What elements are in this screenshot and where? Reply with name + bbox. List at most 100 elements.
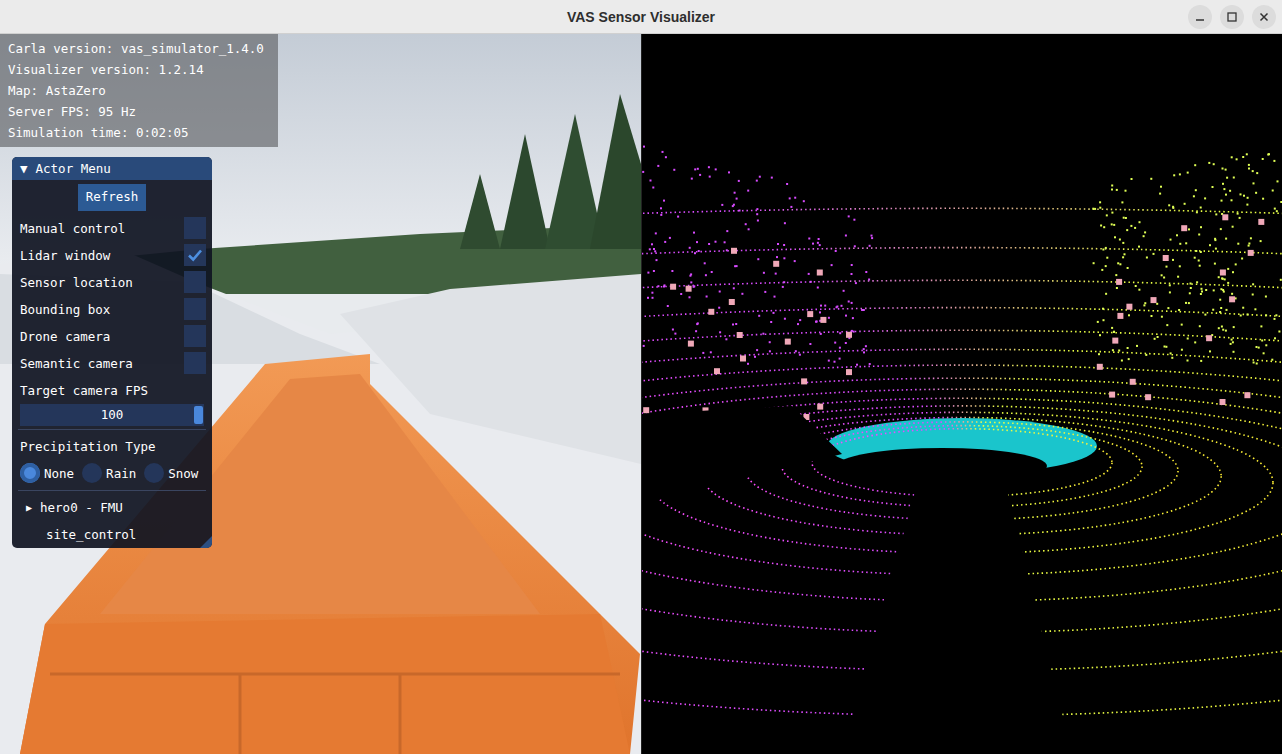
toggle-row[interactable]: Manual control xyxy=(12,215,212,242)
actor-label: hero0 - FMU xyxy=(40,500,123,515)
check-icon xyxy=(186,246,204,264)
radio-button[interactable] xyxy=(82,463,102,483)
lidar-point xyxy=(1181,324,1183,326)
lidar-point xyxy=(1199,325,1201,327)
lidar-point xyxy=(1127,347,1129,349)
checkbox[interactable] xyxy=(184,217,206,239)
lidar-point xyxy=(653,270,655,272)
radio-button[interactable] xyxy=(144,463,164,483)
lidar-point xyxy=(1150,178,1152,180)
lidar-point xyxy=(757,258,759,260)
checkbox[interactable] xyxy=(184,244,206,266)
lidar-point xyxy=(770,321,772,323)
radio-button[interactable] xyxy=(20,463,40,483)
precip-label-row: Precipitation Type xyxy=(12,433,212,460)
checkbox[interactable] xyxy=(184,271,206,293)
slider-value: 100 xyxy=(101,407,124,422)
refresh-button[interactable]: Refresh xyxy=(78,184,147,211)
lidar-point xyxy=(1237,213,1239,215)
toggle-row[interactable]: Lidar window xyxy=(12,242,212,269)
lidar-point xyxy=(817,242,819,244)
lidar-ring xyxy=(642,208,1282,754)
lidar-point xyxy=(1160,186,1162,188)
checkbox[interactable] xyxy=(184,325,206,347)
resize-grip-icon[interactable] xyxy=(200,536,212,548)
collapse-arrow-icon[interactable]: ▼ xyxy=(20,161,28,176)
lidar-point xyxy=(1178,309,1180,311)
lidar-point xyxy=(834,342,836,344)
lidar-point xyxy=(1252,283,1254,285)
lidar-point xyxy=(677,216,679,218)
lidar-point xyxy=(769,341,771,343)
lidar-point xyxy=(1143,304,1145,306)
toggle-row[interactable]: Bounding box xyxy=(12,296,212,323)
lidar-point xyxy=(680,293,682,295)
lidar-point xyxy=(705,274,707,276)
lidar-point xyxy=(794,260,796,262)
lidar-point xyxy=(1179,173,1181,175)
maximize-icon[interactable] xyxy=(1220,5,1244,29)
lidar-point xyxy=(711,271,713,273)
toggle-row[interactable]: Sensor location xyxy=(12,269,212,296)
fps-slider[interactable]: 100 xyxy=(20,404,204,426)
fps-label: Target camera FPS xyxy=(20,383,148,398)
lidar-point xyxy=(748,228,750,230)
lidar-point xyxy=(828,360,830,362)
lidar-point xyxy=(1247,197,1249,199)
lidar-point xyxy=(851,273,853,275)
lidar-point xyxy=(651,243,653,245)
radio-option[interactable]: Rain xyxy=(82,463,136,483)
lidar-point xyxy=(689,247,691,249)
lidar-point xyxy=(1280,201,1282,203)
slider-grab[interactable] xyxy=(194,406,203,424)
lidar-point xyxy=(719,331,721,333)
lidar-point xyxy=(1126,229,1128,231)
actor-item[interactable]: ▶ hero0 - FMU xyxy=(12,494,212,521)
lidar-point xyxy=(650,180,652,182)
actor-item[interactable]: site_control xyxy=(12,521,212,548)
lidar-point xyxy=(1194,341,1196,343)
lidar-point xyxy=(663,200,665,202)
lidar-point xyxy=(1209,350,1211,352)
expand-arrow-icon[interactable]: ▶ xyxy=(26,502,32,513)
lidar-point xyxy=(1212,186,1214,188)
lidar-point xyxy=(1105,247,1107,249)
toggle-row[interactable]: Drone camera xyxy=(12,323,212,350)
lidar-marker xyxy=(1117,313,1123,319)
lidar-point xyxy=(1253,362,1255,364)
menu-header[interactable]: ▼Actor Menu xyxy=(12,157,212,180)
lidar-point xyxy=(1179,265,1181,267)
lidar-point xyxy=(1143,235,1145,237)
lidar-point xyxy=(1144,231,1146,233)
lidar-point xyxy=(1242,307,1244,309)
close-icon[interactable] xyxy=(1252,5,1276,29)
lidar-point xyxy=(839,347,841,349)
lidar-marker xyxy=(643,407,649,413)
lidar-marker xyxy=(846,369,852,375)
lidar-point xyxy=(1119,263,1121,265)
checkbox[interactable] xyxy=(184,352,206,374)
toggle-row[interactable]: Semantic camera xyxy=(12,350,212,377)
refresh-row: Refresh xyxy=(12,180,212,215)
lidar-marker xyxy=(1244,392,1250,398)
radio-option[interactable]: Snow xyxy=(144,463,198,483)
lidar-point xyxy=(810,281,812,283)
info-line: Carla version: vas_simulator_1.4.0 xyxy=(8,38,270,59)
lidar-point xyxy=(654,250,656,252)
lidar-point xyxy=(1256,346,1258,348)
lidar-marker xyxy=(1220,399,1226,405)
minimize-icon[interactable] xyxy=(1188,5,1212,29)
lidar-point xyxy=(693,285,695,287)
radio-option[interactable]: None xyxy=(20,463,74,483)
lidar-point xyxy=(1221,200,1223,202)
lidar-point xyxy=(699,174,701,176)
lidar-point xyxy=(845,315,847,317)
lidar-point xyxy=(1224,278,1226,280)
lidar-ring xyxy=(642,349,1282,754)
lidar-point xyxy=(1247,314,1249,316)
lidar-marker xyxy=(708,309,714,315)
checkbox[interactable] xyxy=(184,298,206,320)
lidar-marker xyxy=(1130,379,1136,385)
lidar-point xyxy=(642,171,644,173)
lidar-point xyxy=(1118,350,1120,352)
